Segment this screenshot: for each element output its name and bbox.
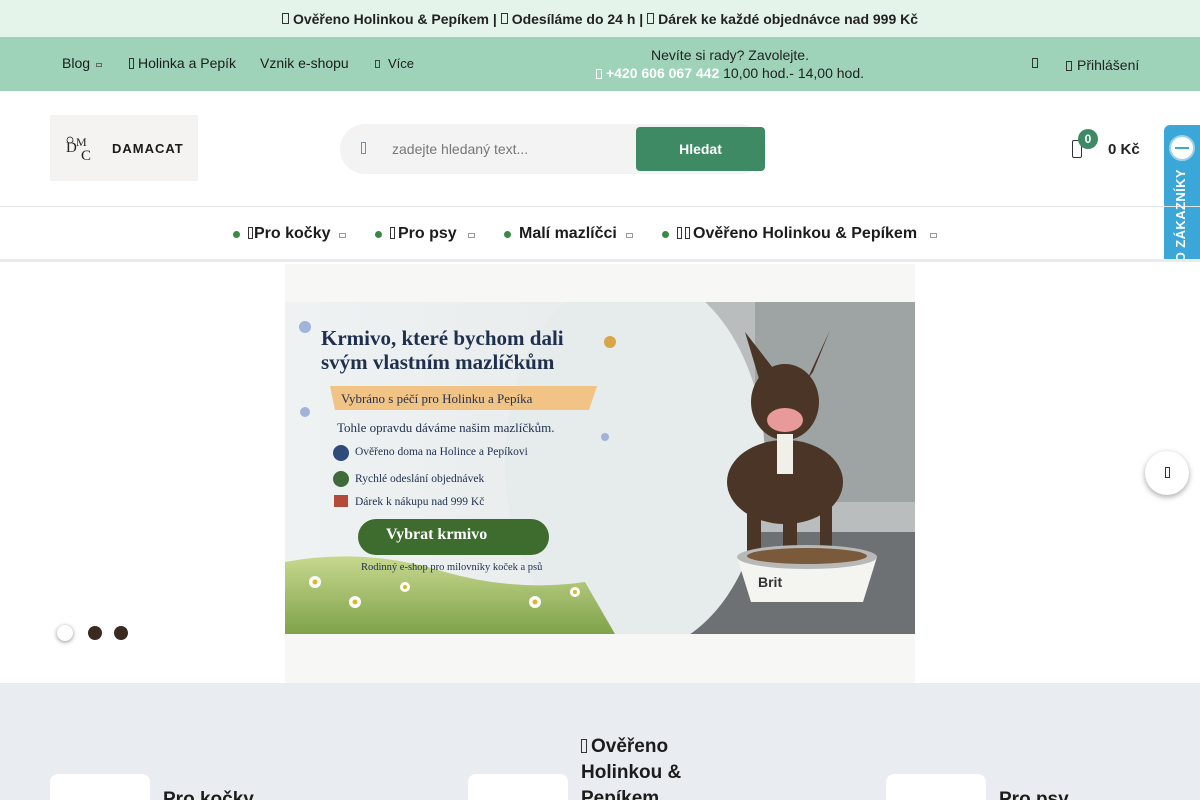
- cat-nav-overeno[interactable]: Ověřeno Holinkou & Pepíkem: [677, 225, 917, 243]
- slider-dot[interactable]: [114, 626, 128, 640]
- banner-footer: Rodinný e-shop pro milovníky koček a psů: [361, 562, 543, 573]
- cat-nav-mali-mazlicci[interactable]: Malí mazlíčci: [519, 225, 617, 243]
- hero-banner[interactable]: Krmivo, které bychom dali svým vlastním …: [285, 264, 915, 683]
- banner-ribbon: Vybráno s péčí pro Holinku a Pepíka: [341, 391, 533, 406]
- category-tile-title-text: Ověřeno Holinkou & Pepíkem: [581, 736, 682, 800]
- cat-nav-label: Malí mazlíčci: [519, 225, 617, 242]
- dog-icon: [390, 227, 395, 239]
- announcement-part2: Odesíláme do 24 h |: [511, 10, 644, 27]
- cart[interactable]: 0 0 Kč: [1068, 128, 1148, 168]
- nav-blog[interactable]: Blog: [62, 55, 103, 71]
- bullet-icon: [375, 231, 382, 238]
- category-tiles-section: Pro kočky Ověřeno Holinkou & Pepíkem Pro…: [0, 683, 1200, 800]
- category-tile-title[interactable]: Pro psy: [999, 787, 1069, 800]
- slider-dot[interactable]: [88, 626, 102, 640]
- nav-holinka-label: Holinka a Pepík: [138, 55, 237, 71]
- bullet-icon: [662, 231, 669, 238]
- chevron-down-icon: [96, 63, 103, 67]
- chevron-right-icon: [1165, 467, 1170, 478]
- banner-bullet: Rychlé odeslání objednávek: [355, 473, 485, 485]
- cat-nav-label: Ověřeno Holinkou & Pepíkem: [693, 225, 918, 242]
- site-logo[interactable]: D M C DAMACAT: [50, 115, 198, 181]
- category-tile-image[interactable]: [50, 774, 150, 800]
- cat-nav-pro-kocky[interactable]: Pro kočky: [248, 225, 330, 243]
- cat-nav-label: Pro psy: [398, 225, 457, 242]
- cat-nav-label: Pro kočky: [254, 225, 331, 242]
- banner-headline: Krmivo, které bychom dali svým vlastním …: [321, 326, 564, 374]
- bullet-icon: [504, 231, 511, 238]
- banner-subtitle: Tohle opravdu dáváme našim mazlíčkům.: [337, 420, 555, 435]
- hero-slider: Krmivo, které bychom dali svým vlastním …: [0, 262, 1200, 683]
- nav-more-label: Více: [388, 56, 415, 71]
- category-tile-image[interactable]: [886, 774, 986, 800]
- svg-text:M: M: [76, 135, 87, 149]
- gift-icon: [647, 13, 655, 24]
- nav-vznik-label: Vznik e-shopu: [260, 55, 349, 71]
- bowl-brand: Brit: [758, 574, 783, 590]
- phone-number: +420 606 067 442: [605, 65, 720, 81]
- contact-text: Nevíte si rady? Zavolejte.: [651, 47, 809, 63]
- banner-headline-line1: Krmivo, které bychom dali: [321, 326, 564, 350]
- category-tile-title[interactable]: Ověřeno Holinkou & Pepíkem: [581, 734, 731, 800]
- bullet-icon: [233, 231, 240, 238]
- paw-icon: [685, 227, 690, 239]
- banner-cta[interactable]: Vybrat krmivo: [386, 526, 487, 544]
- search-input[interactable]: [392, 134, 632, 164]
- nav-blog-label: Blog: [62, 55, 91, 71]
- category-tile-title[interactable]: Pro kočky: [163, 787, 254, 800]
- login-link[interactable]: Přihlášení: [1066, 57, 1139, 73]
- phone-link[interactable]: +420 606 067 442: [595, 65, 720, 81]
- banner-headline-line2: svým vlastním mazlíčkům: [321, 350, 555, 374]
- cat-nav-pro-psy[interactable]: Pro psy: [390, 225, 457, 243]
- lock-icon: [1066, 61, 1072, 71]
- search-bar: Hledat: [340, 124, 765, 174]
- category-nav: Pro kočky Pro psy Malí mazlíčci Ověřeno …: [0, 206, 1200, 262]
- contact-info: Nevíte si rady? Zavolejte. +420 606 067 …: [560, 46, 900, 82]
- nav-vznik-e-shopu[interactable]: Vznik e-shopu: [260, 55, 349, 71]
- search-icon: [361, 142, 366, 154]
- trust-seal-icon: [1169, 135, 1195, 161]
- login-label: Přihlášení: [1077, 57, 1140, 73]
- slider-next-button[interactable]: [1145, 451, 1189, 495]
- cart-count-badge: 0: [1078, 129, 1098, 149]
- phone-icon: [595, 69, 602, 79]
- banner-bullet: Ověřeno doma na Holince a Pepíkovi: [355, 446, 528, 458]
- logo-text: DAMACAT: [112, 140, 184, 156]
- top-nav: Blog Holinka a Pepík Vznik e-shopu Více …: [0, 37, 1200, 91]
- check-icon: [677, 227, 682, 239]
- check-icon: [581, 739, 587, 753]
- announcement-bar: Ověřeno Holinkou & Pepíkem | Odesíláme d…: [0, 0, 1200, 37]
- announcement-part1: Ověřeno Holinkou & Pepíkem |: [292, 10, 497, 27]
- chevron-down-icon: [468, 233, 475, 238]
- heart-icon: [129, 58, 134, 69]
- user-icon[interactable]: [1032, 58, 1038, 68]
- announcement-part3: Dárek ke každé objednávce nad 999 Kč: [658, 10, 919, 27]
- nav-holinka-a-pepik[interactable]: Holinka a Pepík: [129, 55, 236, 71]
- truck-icon: [500, 13, 508, 24]
- svg-text:C: C: [81, 148, 91, 164]
- chevron-down-icon: [339, 233, 346, 238]
- chevron-down-icon: [626, 233, 633, 238]
- banner-bullet: Dárek k nákupu nad 999 Kč: [355, 496, 485, 508]
- more-icon: [375, 60, 380, 68]
- logo-mark: D M C: [66, 135, 91, 164]
- slider-dot-active[interactable]: [57, 625, 73, 641]
- chevron-down-icon: [930, 233, 937, 238]
- cart-total: 0 Kč: [1108, 141, 1140, 158]
- check-icon: [281, 13, 289, 24]
- category-tile-image[interactable]: [468, 774, 568, 800]
- search-button[interactable]: Hledat: [636, 127, 765, 171]
- cat-icon: [248, 227, 253, 239]
- opening-hours: 10,00 hod.- 14,00 hod.: [723, 65, 865, 81]
- nav-more[interactable]: Více: [375, 56, 414, 71]
